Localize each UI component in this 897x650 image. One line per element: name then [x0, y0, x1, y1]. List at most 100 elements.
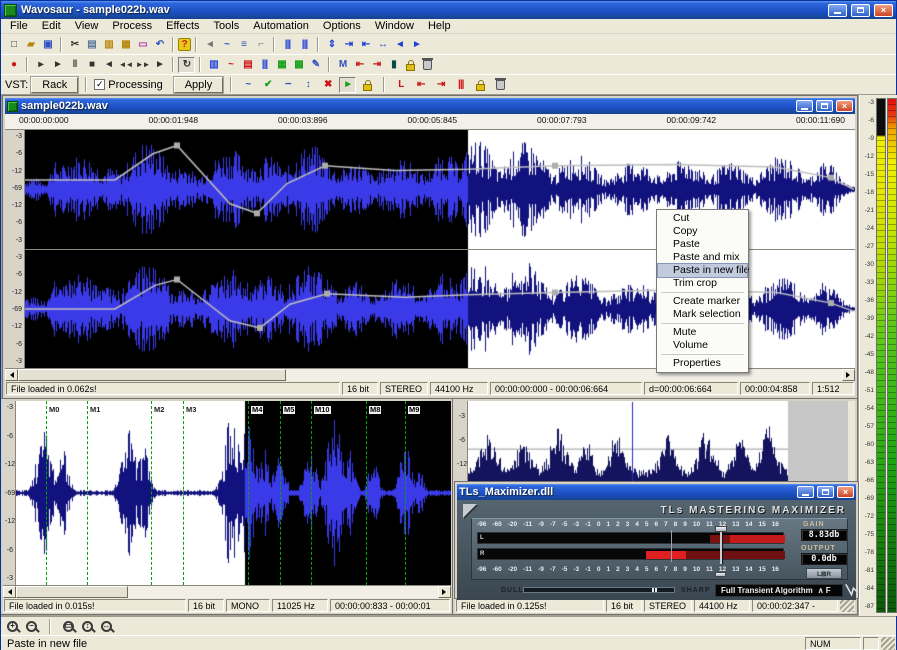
scrollbar-thumb[interactable] [18, 369, 286, 381]
record-icon[interactable]: ● [5, 57, 22, 73]
menu-edit[interactable]: Edit [35, 20, 68, 32]
context-menu-item[interactable]: Paste in new file [658, 264, 747, 277]
processing-checkbox[interactable]: ✓ [94, 79, 105, 90]
algorithm-dropdown[interactable]: Full Transient Algorithm ∧ F [715, 584, 843, 597]
vst-apply-button[interactable]: Apply [174, 77, 224, 93]
zoom-vertical-icon[interactable]: ↕ [82, 621, 93, 632]
node-edit-icon[interactable]: ~ [218, 36, 235, 52]
loop-delete-icon[interactable] [492, 77, 509, 93]
node-edit2-icon[interactable]: ≡ [235, 36, 252, 52]
menu-help[interactable]: Help [421, 20, 458, 32]
context-menu-item[interactable]: Paste and mix [658, 251, 747, 264]
wrench-icon[interactable]: ⌐ [252, 36, 269, 52]
loop-playback-icon[interactable]: ↻ [178, 57, 195, 73]
scroll-right-button[interactable] [842, 369, 855, 381]
marker-icon[interactable]: M [334, 57, 351, 73]
plugin-maximize-button[interactable] [817, 486, 834, 498]
zoom-selection-icon[interactable]: ▭ [63, 621, 74, 632]
menu-window[interactable]: Window [368, 20, 421, 32]
loop-lock-icon[interactable] [472, 77, 489, 93]
interpolate-icon[interactable]: ||| [256, 57, 273, 73]
plugin-minimize-button[interactable] [797, 486, 814, 498]
zoom-horizontal-icon[interactable]: ↔ [101, 621, 112, 632]
go-start-icon[interactable]: ◄ [100, 57, 117, 73]
context-menu-item[interactable]: Copy [658, 225, 747, 238]
context-menu-item[interactable]: Properties [658, 357, 747, 370]
menu-view[interactable]: View [68, 20, 106, 32]
go-end-icon[interactable]: ► [151, 57, 168, 73]
resize-grip[interactable] [881, 637, 895, 650]
cut-icon[interactable]: ✂ [66, 36, 83, 52]
loop-out-icon[interactable]: ⇥ [432, 77, 449, 93]
paste-new-file-icon[interactable]: ▥ [205, 57, 222, 73]
wave-zoom-out-icon[interactable]: ||| [296, 36, 313, 52]
plugin-close-button[interactable]: × [837, 486, 854, 498]
zoom-in-icon[interactable]: + [7, 621, 18, 632]
zoom-fit-icon[interactable]: ↔ [374, 36, 391, 52]
menu-tools[interactable]: Tools [207, 20, 247, 32]
loop-wave-icon[interactable]: ||| [452, 77, 469, 93]
main-minimize-button[interactable] [796, 100, 813, 112]
open-folder-icon[interactable]: ▰ [22, 36, 39, 52]
envelope-play-icon[interactable]: ► [339, 77, 356, 93]
markers-horizontal-scrollbar[interactable] [3, 585, 451, 598]
gain-display[interactable]: 8.83db [801, 529, 847, 541]
scrollbar-track[interactable] [128, 586, 438, 598]
zoom-out-horizontal-icon[interactable]: ⇤ [357, 36, 374, 52]
copy-mix-icon[interactable]: ▤ [239, 57, 256, 73]
gain-slider-handle[interactable] [715, 526, 727, 532]
loop-corner-icon[interactable]: L [392, 77, 409, 93]
envelope-delete-icon[interactable]: ✖ [319, 77, 336, 93]
zoom-out-icon[interactable]: − [26, 621, 37, 632]
envelope-icon[interactable]: ~ [222, 57, 239, 73]
channel-link-button[interactable]: L⊠R [806, 568, 842, 579]
marker-gate-icon[interactable]: ▮ [385, 57, 402, 73]
gain-slider-line[interactable] [720, 528, 722, 564]
envelope-show-icon[interactable]: ✔ [259, 77, 276, 93]
timeline-ruler[interactable]: 00:00:00:00000:00:01:94800:00:03:89600:0… [5, 114, 855, 130]
vst-rack-button[interactable]: Rack [31, 77, 78, 93]
copy-icon[interactable]: ▤ [83, 36, 100, 52]
gain-slider-handle-bottom[interactable] [715, 572, 726, 577]
delete-markers-icon[interactable] [419, 57, 436, 73]
loop-in-icon[interactable]: ⇤ [412, 77, 429, 93]
play-icon[interactable]: ► [49, 57, 66, 73]
waveform-mono[interactable] [16, 401, 451, 585]
envelope-lock-icon[interactable] [359, 77, 376, 93]
app-close-button[interactable]: × [874, 4, 893, 17]
context-menu-item[interactable]: Volume [658, 339, 747, 352]
batch-icon[interactable]: ▩ [290, 57, 307, 73]
context-menu-item[interactable]: Create marker [658, 295, 747, 308]
scrollbar-track[interactable] [286, 369, 842, 381]
paste-icon[interactable]: ▥ [100, 36, 117, 52]
undo-icon[interactable]: ↶ [151, 36, 168, 52]
new-file-icon[interactable]: □ [5, 36, 22, 52]
sharpness-slider[interactable] [523, 587, 675, 593]
menu-file[interactable]: File [3, 20, 35, 32]
main-window-titlebar[interactable]: sample022b.wav × [5, 98, 855, 114]
pause-icon[interactable]: ‖ [66, 57, 83, 73]
menu-options[interactable]: Options [316, 20, 368, 32]
wave-zoom-in-icon[interactable]: ||| [279, 36, 296, 52]
forward-icon[interactable]: ►► [134, 57, 151, 73]
main-maximize-button[interactable] [816, 100, 833, 112]
envelope-curve-icon[interactable]: ~ [239, 77, 256, 93]
app-minimize-button[interactable] [828, 4, 847, 17]
plugin-titlebar[interactable]: TLs_Maximizer.dll × [457, 484, 856, 500]
paste-special-icon[interactable]: ▦ [117, 36, 134, 52]
app-maximize-button[interactable] [851, 4, 870, 17]
context-menu-item[interactable]: Mute [658, 326, 747, 339]
menu-effects[interactable]: Effects [159, 20, 206, 32]
envelope-dashed-icon[interactable]: ┄ [279, 77, 296, 93]
lock-markers-icon[interactable] [402, 57, 419, 73]
envelope-points-icon[interactable]: ↕ [299, 77, 316, 93]
sharpness-handle[interactable] [652, 588, 659, 592]
main-close-button[interactable]: × [836, 100, 853, 112]
marker-out-icon[interactable]: ⇥ [368, 57, 385, 73]
context-menu-item[interactable]: Paste [658, 238, 747, 251]
go-previous-icon[interactable]: ◄ [391, 36, 408, 52]
go-next-icon[interactable]: ► [408, 36, 425, 52]
stop-icon[interactable]: ■ [83, 57, 100, 73]
scroll-left-button[interactable] [3, 586, 16, 598]
pencil-icon[interactable]: ✎ [307, 57, 324, 73]
